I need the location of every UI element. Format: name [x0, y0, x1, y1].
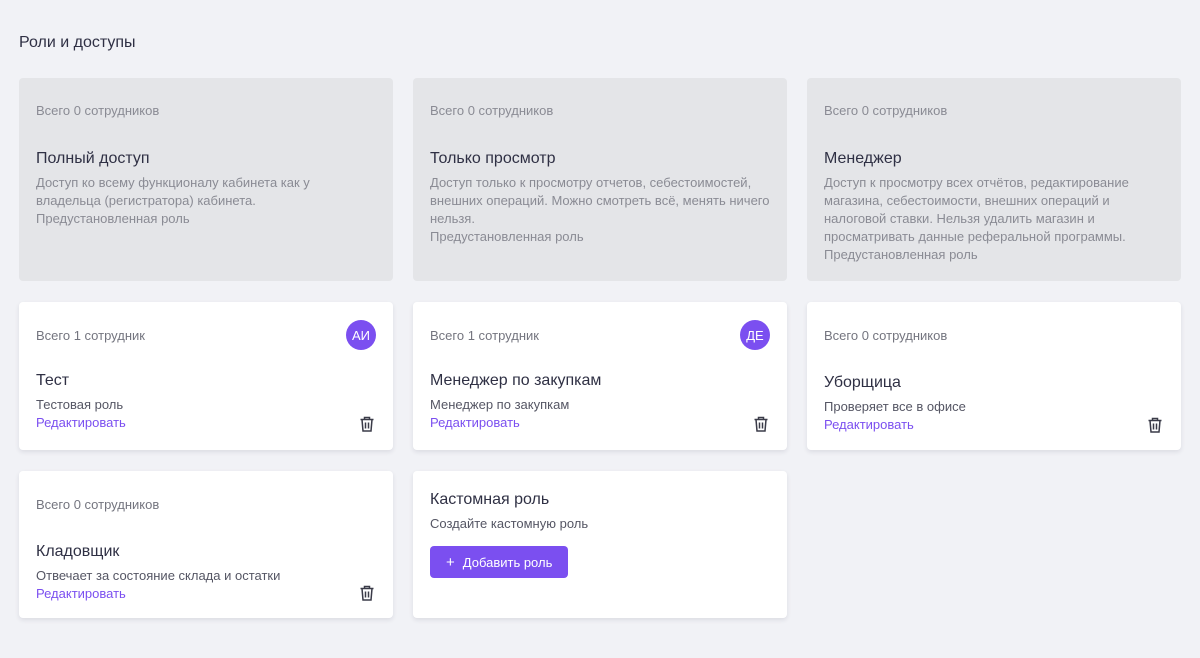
edit-role-link[interactable]: Редактировать: [36, 586, 126, 601]
add-role-card: Кастомная роль Создайте кастомную роль +…: [413, 471, 787, 618]
role-title: Только просмотр: [430, 150, 556, 167]
role-card-full-access: Всего 0 сотрудников Полный доступ Доступ…: [19, 78, 393, 281]
role-description-text: Доступ к просмотру всех отчётов, редакти…: [824, 175, 1129, 244]
plus-icon: +: [446, 553, 455, 571]
trash-icon[interactable]: [358, 415, 376, 433]
employee-count: Всего 0 сотрудников: [36, 103, 160, 118]
employee-count: Всего 0 сотрудников: [824, 328, 948, 343]
role-description: Менеджер по закупкам: [430, 397, 570, 412]
employee-count: Всего 1 сотрудник: [430, 328, 539, 343]
employee-count: Всего 1 сотрудник: [36, 328, 145, 343]
role-card-view-only: Всего 0 сотрудников Только просмотр Дост…: [413, 78, 787, 281]
avatar[interactable]: ДЕ: [740, 320, 770, 350]
role-description: Проверяет все в офисе: [824, 399, 966, 414]
trash-icon[interactable]: [1146, 416, 1164, 434]
trash-icon[interactable]: [358, 584, 376, 602]
trash-icon[interactable]: [752, 415, 770, 433]
role-title: Менеджер: [824, 150, 902, 167]
add-role-title: Кастомная роль: [430, 491, 550, 508]
employee-count: Всего 0 сотрудников: [430, 103, 554, 118]
edit-role-link[interactable]: Редактировать: [824, 417, 914, 432]
role-description: Доступ только к просмотру отчетов, себес…: [430, 174, 770, 246]
role-description-text: Доступ только к просмотру отчетов, себес…: [430, 175, 770, 226]
role-card-purchase-manager: Всего 1 сотрудник ДЕ Менеджер по закупка…: [413, 302, 787, 450]
role-description: Доступ к просмотру всех отчётов, редакти…: [824, 174, 1164, 264]
avatar[interactable]: АИ: [346, 320, 376, 350]
role-title: Кладовщик: [36, 543, 120, 560]
preset-role-note: Предустановленная роль: [36, 211, 190, 226]
role-description-text: Доступ ко всему функционалу кабинета как…: [36, 175, 310, 208]
edit-role-link[interactable]: Редактировать: [36, 415, 126, 430]
preset-role-note: Предустановленная роль: [824, 247, 978, 262]
add-role-button[interactable]: + Добавить роль: [430, 546, 569, 578]
preset-role-note: Предустановленная роль: [430, 229, 584, 244]
role-card-cleaner: Всего 0 сотрудников Уборщица Проверяет в…: [807, 302, 1181, 450]
role-description: Отвечает за состояние склада и остатки: [36, 568, 281, 583]
role-title: Тест: [36, 372, 70, 389]
role-card-test: Всего 1 сотрудник АИ Тест Тестовая роль …: [19, 302, 393, 450]
role-title: Менеджер по закупкам: [430, 372, 602, 389]
page-title: Роли и доступы: [19, 34, 136, 51]
role-card-manager: Всего 0 сотрудников Менеджер Доступ к пр…: [807, 78, 1181, 281]
role-title: Уборщица: [824, 374, 901, 391]
add-role-button-label: Добавить роль: [462, 554, 553, 570]
role-description: Тестовая роль: [36, 397, 124, 412]
role-title: Полный доступ: [36, 150, 150, 167]
role-card-storekeeper: Всего 0 сотрудников Кладовщик Отвечает з…: [19, 471, 393, 618]
edit-role-link[interactable]: Редактировать: [430, 415, 520, 430]
role-description: Доступ ко всему функционалу кабинета как…: [36, 174, 376, 228]
employee-count: Всего 0 сотрудников: [824, 103, 948, 118]
employee-count: Всего 0 сотрудников: [36, 497, 160, 512]
add-role-description: Создайте кастомную роль: [430, 516, 589, 531]
